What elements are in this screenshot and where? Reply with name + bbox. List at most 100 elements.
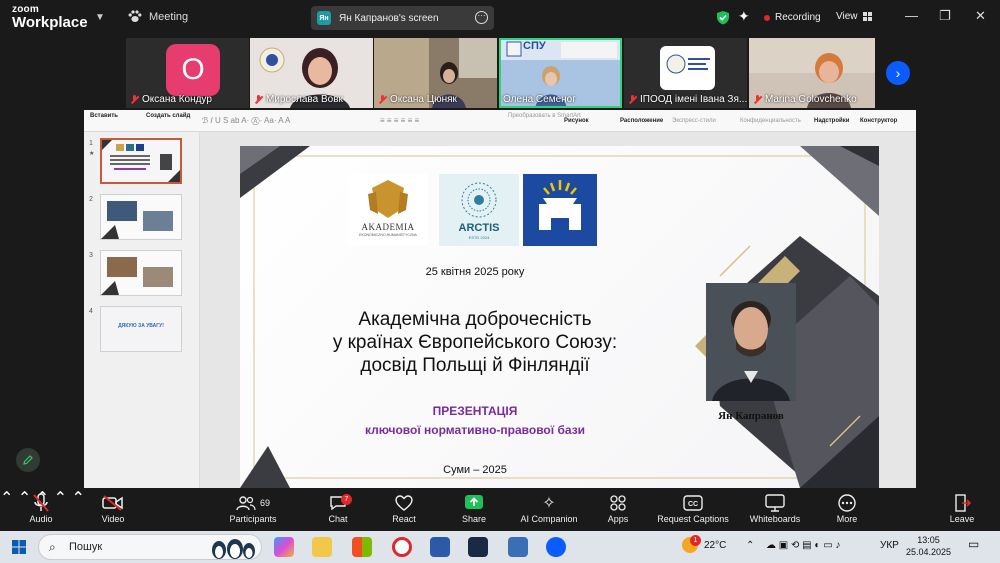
- more-options-icon[interactable]: ···: [475, 11, 488, 24]
- shared-screen[interactable]: Вставить Создать слайд ℬ 𝐼 U S ab A· Ⓐ· …: [84, 110, 916, 488]
- ai-companion-sparkle-icon: ✧: [542, 495, 556, 512]
- windows-start-icon[interactable]: [12, 540, 26, 554]
- grid-icon: [862, 12, 872, 21]
- calculator-app-icon[interactable]: [508, 537, 528, 557]
- annotate-button[interactable]: [16, 448, 40, 472]
- share-button[interactable]: Share: [458, 492, 490, 524]
- heart-icon: [395, 495, 413, 511]
- store-app-icon[interactable]: [352, 537, 372, 557]
- meeting-info-button[interactable]: Meeting: [128, 10, 188, 23]
- input-language[interactable]: УКР: [880, 540, 899, 551]
- apps-button[interactable]: Apps: [604, 492, 632, 524]
- slide-thumbnail-3[interactable]: [100, 250, 182, 296]
- ai-sparkle-icon[interactable]: ✦: [738, 8, 750, 25]
- more-button[interactable]: More: [832, 492, 862, 524]
- participant-tile[interactable]: Мирослава Вовк: [250, 38, 373, 108]
- participant-tile[interactable]: Marina Golovchenko: [749, 38, 875, 108]
- restore-icon[interactable]: ❐: [939, 8, 951, 24]
- participant-tile-active-speaker[interactable]: СПУ Олена Семеног: [499, 38, 622, 108]
- slide-thumbnail-1[interactable]: [100, 138, 182, 184]
- view-label: View: [836, 11, 858, 22]
- thumb-preview: [101, 195, 181, 239]
- svg-text:CC: CC: [688, 501, 698, 508]
- audio-button[interactable]: Audio: [24, 492, 58, 524]
- participant-name: Олена Семеног: [503, 94, 576, 105]
- participants-icon: [236, 496, 256, 511]
- whiteboards-button[interactable]: Whiteboards: [746, 492, 804, 524]
- recording-label: Recording: [775, 12, 821, 23]
- leave-door-icon: [955, 494, 971, 512]
- paste-button[interactable]: Вставить: [90, 113, 118, 119]
- weather-temp[interactable]: 22°C: [704, 540, 726, 551]
- webex-app-icon[interactable]: [468, 537, 488, 557]
- university-logo-text: СПУ: [523, 40, 546, 52]
- thumb-text: ДЯКУЮ ЗА УВАГУ!: [118, 323, 164, 329]
- tray-chevron-up-icon[interactable]: ⌃: [746, 540, 754, 551]
- opera-browser-icon[interactable]: [392, 537, 412, 557]
- current-slide[interactable]: AKADEMIA EKONOMICZNO-HUMANISTYCZNA ARCTI…: [240, 146, 879, 488]
- paw-icon: [128, 10, 142, 22]
- chat-button[interactable]: 7 Chat: [324, 492, 352, 524]
- notifications-icon[interactable]: ▭: [968, 537, 979, 551]
- participant-tile[interactable]: ІПООД імені Івана Зя...: [624, 38, 747, 108]
- participant-name: Marina Golovchenko: [765, 94, 857, 105]
- copilot-app-icon[interactable]: [274, 537, 294, 557]
- react-options-chevron-icon[interactable]: ⌃: [71, 490, 84, 507]
- search-placeholder: Пошук: [69, 541, 103, 553]
- penguins-illustration-icon: [212, 539, 255, 559]
- word-app-icon[interactable]: [430, 537, 450, 557]
- participant-tile[interactable]: О Оксана Кондур: [126, 38, 249, 108]
- akademia-logo: AKADEMIA EKONOMICZNO-HUMANISTYCZNA: [348, 174, 428, 246]
- screen-share-indicator[interactable]: Ян Ян Капранов's screen ···: [311, 6, 494, 30]
- clock-date: 25.04.2025: [906, 547, 952, 557]
- akademia-title: AKADEMIA: [361, 222, 415, 232]
- participant-tile[interactable]: Оксана Цюняк: [374, 38, 497, 108]
- ai-companion-button[interactable]: ✧ AI Companion: [516, 492, 582, 524]
- picture-button[interactable]: Рисунок: [564, 118, 589, 124]
- gallery-next-button[interactable]: ›: [886, 61, 910, 85]
- video-off-icon: [102, 495, 123, 511]
- designer-button[interactable]: Конструктор: [860, 118, 897, 124]
- zoom-logo[interactable]: zoom Workplace: [12, 5, 88, 31]
- slide-thumbnail-2[interactable]: [100, 194, 182, 240]
- addins-button[interactable]: Надстройки: [814, 118, 849, 124]
- chevron-down-icon[interactable]: ▼: [95, 12, 105, 23]
- react-button[interactable]: React: [390, 492, 418, 524]
- recording-indicator[interactable]: Recording: [764, 12, 821, 23]
- taskbar-search[interactable]: ⌕ Пошук: [38, 534, 262, 560]
- react-label: React: [392, 514, 416, 524]
- arctis-title: ARCTIS: [458, 222, 500, 234]
- more-label: More: [836, 514, 858, 524]
- title-line: досвід Польщі й Фінляндії: [360, 355, 590, 376]
- leave-button[interactable]: Leave: [948, 492, 976, 524]
- whiteboard-icon: [765, 494, 785, 512]
- audio-options-chevron-icon[interactable]: ⌃: [0, 490, 13, 507]
- star-icon: ★: [89, 151, 95, 157]
- share-label: Share: [461, 514, 487, 524]
- confidentiality-button[interactable]: Конфиденциальность: [740, 118, 801, 124]
- file-explorer-icon[interactable]: [312, 537, 332, 557]
- slide-editor: AKADEMIA EKONOMICZNO-HUMANISTYCZNA ARCTI…: [200, 132, 916, 488]
- view-button[interactable]: View: [836, 11, 873, 22]
- zoom-app-icon[interactable]: [546, 537, 566, 557]
- slide-title: Академічна доброчесність у країнах Європ…: [280, 308, 670, 377]
- tray-app-icons[interactable]: ☁ ▣ ⟲ ▤ ◐ ▭ ♪: [766, 540, 840, 551]
- shield-check-icon[interactable]: [716, 10, 730, 25]
- participants-button[interactable]: 69 Participants: [224, 492, 282, 524]
- slide-thumbnail-4[interactable]: ДЯКУЮ ЗА УВАГУ!: [100, 306, 182, 352]
- thumb-number: 2: [89, 196, 93, 203]
- close-icon[interactable]: ✕: [975, 8, 986, 24]
- whiteboards-label: Whiteboards: [749, 514, 801, 524]
- participant-name: ІПООД імені Івана Зя...: [640, 94, 747, 105]
- participant-name: Мирослава Вовк: [266, 94, 343, 105]
- chat-label: Chat: [328, 514, 348, 524]
- chat-badge: 7: [341, 494, 352, 505]
- akademia-subtitle: EKONOMICZNO-HUMANISTYCZNA: [359, 233, 417, 237]
- request-captions-button[interactable]: CC Request Captions: [652, 492, 734, 524]
- new-slide-button[interactable]: Создать слайд: [146, 113, 190, 119]
- minimize-icon[interactable]: —: [905, 8, 918, 23]
- clock[interactable]: 13:05 25.04.2025: [906, 534, 951, 558]
- quick-styles-button[interactable]: Экспресс-стили: [672, 118, 716, 124]
- video-button[interactable]: Video: [96, 492, 130, 524]
- arrange-button[interactable]: Расположение: [620, 118, 663, 124]
